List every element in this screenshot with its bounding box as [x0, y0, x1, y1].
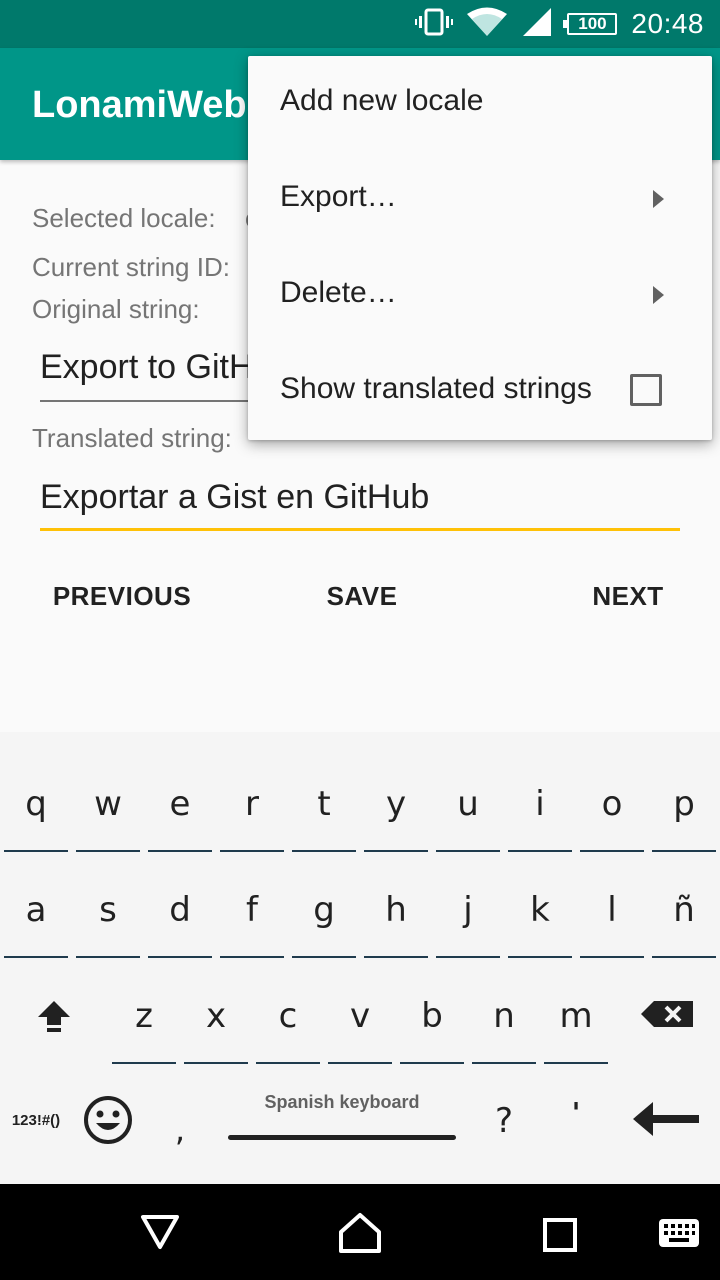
- enter-icon[interactable]: [628, 1094, 704, 1144]
- key-z[interactable]: z: [112, 984, 176, 1064]
- translated-string-value: Exportar a Gist en GitHub: [40, 478, 430, 516]
- translated-string-input[interactable]: Exportar a Gist en GitHub: [40, 478, 680, 531]
- key-h[interactable]: h: [364, 878, 428, 958]
- submenu-arrow-icon: [653, 190, 664, 208]
- signal-icon: [521, 7, 553, 42]
- key-s[interactable]: s: [76, 878, 140, 958]
- navigation-bar: [0, 1184, 720, 1280]
- show-translated-checkbox[interactable]: [630, 374, 662, 406]
- backspace-icon[interactable]: [632, 992, 702, 1036]
- soft-keyboard: q w e r t y u i o p a s d f g h j k l ñ …: [0, 732, 720, 1184]
- menu-item-label: Delete…: [280, 276, 397, 309]
- selected-locale-label: Selected locale:: [32, 203, 216, 233]
- key-x[interactable]: x: [184, 984, 248, 1064]
- original-string-label: Original string:: [32, 294, 200, 324]
- menu-item-show-translated-strings[interactable]: Show translated strings: [248, 344, 712, 440]
- menu-item-delete[interactable]: Delete…: [248, 248, 712, 344]
- key-q[interactable]: q: [4, 772, 68, 852]
- wifi-icon: [467, 7, 508, 42]
- key-a[interactable]: a: [4, 878, 68, 958]
- space-key-label: Spanish keyboard: [264, 1092, 420, 1112]
- translated-string-label: Translated string:: [32, 423, 232, 453]
- key-m[interactable]: m: [544, 984, 608, 1064]
- status-bar: 100 20:48: [0, 0, 720, 48]
- menu-item-label: Add new locale: [280, 84, 484, 117]
- key-e[interactable]: e: [148, 772, 212, 852]
- current-string-id-label: Current string ID:: [32, 252, 230, 282]
- key-question[interactable]: ?: [482, 1096, 526, 1146]
- home-icon[interactable]: [338, 1212, 382, 1259]
- back-icon[interactable]: [140, 1214, 180, 1255]
- battery-icon: 100: [563, 13, 618, 35]
- vibrate-icon: [415, 7, 454, 42]
- key-u[interactable]: u: [436, 772, 500, 852]
- app-title: LonamiWebs: [32, 84, 268, 126]
- key-i[interactable]: i: [508, 772, 572, 852]
- menu-item-export[interactable]: Export…: [248, 152, 712, 248]
- menu-item-add-new-locale[interactable]: Add new locale: [248, 56, 712, 152]
- menu-item-label: Export…: [280, 180, 397, 213]
- menu-item-label: Show translated strings: [280, 372, 592, 405]
- key-w[interactable]: w: [76, 772, 140, 852]
- next-button[interactable]: NEXT: [578, 570, 678, 622]
- key-k[interactable]: k: [508, 878, 572, 958]
- key-d[interactable]: d: [148, 878, 212, 958]
- space-key[interactable]: Spanish keyboard: [228, 1078, 456, 1148]
- key-o[interactable]: o: [580, 772, 644, 852]
- key-r[interactable]: r: [220, 772, 284, 852]
- save-button[interactable]: SAVE: [300, 570, 424, 622]
- key-apostrophe[interactable]: ': [556, 1092, 596, 1132]
- overflow-menu: Add new locale Export… Delete… Show tran…: [248, 56, 712, 440]
- emoji-icon[interactable]: [80, 1092, 136, 1148]
- clock: 20:48: [631, 8, 704, 39]
- key-f[interactable]: f: [220, 878, 284, 958]
- keyboard-switch-icon[interactable]: [658, 1218, 700, 1253]
- key-n[interactable]: n: [472, 984, 536, 1064]
- key-c[interactable]: c: [256, 984, 320, 1064]
- previous-button[interactable]: PREVIOUS: [40, 570, 204, 622]
- key-comma[interactable]: ,: [160, 1104, 200, 1156]
- space-key-underline: [228, 1135, 456, 1140]
- key-l[interactable]: l: [580, 878, 644, 958]
- key-n-tilde[interactable]: ñ: [652, 878, 716, 958]
- key-p[interactable]: p: [652, 772, 716, 852]
- key-b[interactable]: b: [400, 984, 464, 1064]
- key-j[interactable]: j: [436, 878, 500, 958]
- submenu-arrow-icon: [653, 286, 664, 304]
- recents-icon[interactable]: [543, 1218, 577, 1257]
- key-g[interactable]: g: [292, 878, 356, 958]
- key-t[interactable]: t: [292, 772, 356, 852]
- key-v[interactable]: v: [328, 984, 392, 1064]
- shift-icon[interactable]: [22, 986, 86, 1046]
- key-y[interactable]: y: [364, 772, 428, 852]
- symbols-key[interactable]: 123!#(): [4, 1098, 68, 1142]
